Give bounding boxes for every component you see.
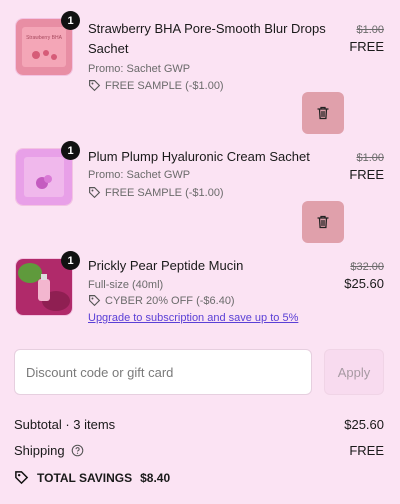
subtotal-row: Subtotal · 3 items $25.60 bbox=[14, 417, 384, 432]
quantity-badge: 1 bbox=[61, 11, 80, 30]
original-price: $1.00 bbox=[356, 152, 384, 164]
tag-icon bbox=[89, 187, 101, 199]
shipping-value: FREE bbox=[349, 443, 384, 458]
price-block: $1.00 FREE bbox=[349, 150, 384, 184]
apply-discount-button[interactable]: Apply bbox=[324, 349, 384, 395]
remove-item-button[interactable] bbox=[302, 201, 344, 243]
discount-text: CYBER 20% OFF (-$6.40) bbox=[105, 294, 235, 307]
total-savings: TOTAL SAVINGS $8.40 bbox=[14, 470, 170, 485]
final-price: FREE bbox=[349, 39, 384, 54]
original-price: $32.00 bbox=[350, 261, 384, 273]
discount-text: FREE SAMPLE (-$1.00) bbox=[105, 186, 224, 199]
savings-label: TOTAL SAVINGS bbox=[37, 470, 133, 485]
final-price: $25.60 bbox=[344, 276, 384, 291]
upgrade-subscription-link[interactable]: Upgrade to subscription and save up to 5… bbox=[88, 312, 298, 324]
product-variant: Promo: Sachet GWP bbox=[88, 63, 191, 75]
quantity-badge: 1 bbox=[61, 141, 80, 160]
remove-item-button[interactable] bbox=[302, 92, 344, 134]
discount-line: FREE SAMPLE (-$1.00) bbox=[88, 79, 224, 92]
subtotal-label: Subtotal · 3 items bbox=[14, 417, 116, 432]
shipping-row: Shipping FREE bbox=[14, 443, 384, 458]
discount-line: FREE SAMPLE (-$1.00) bbox=[88, 186, 224, 199]
trash-icon bbox=[317, 106, 329, 120]
price-block: $32.00 $25.60 bbox=[344, 259, 384, 293]
original-price: $1.00 bbox=[356, 24, 384, 36]
tag-icon bbox=[89, 295, 101, 307]
price-block: $1.00 FREE bbox=[349, 22, 384, 56]
product-thumbnail: 1 bbox=[15, 141, 80, 206]
savings-tag-icon bbox=[15, 471, 29, 485]
product-thumbnail: 1 bbox=[15, 251, 80, 316]
shipping-label: Shipping bbox=[14, 443, 65, 458]
quantity-badge: 1 bbox=[61, 251, 80, 270]
help-circle-icon[interactable] bbox=[71, 444, 84, 457]
discount-code-input[interactable] bbox=[14, 349, 312, 395]
product-variant: Full-size (40ml) bbox=[88, 279, 164, 291]
tag-icon bbox=[89, 80, 101, 92]
savings-value: $8.40 bbox=[140, 470, 171, 485]
product-title: Strawberry BHA Pore-Smooth Blur Drops Sa… bbox=[88, 21, 326, 56]
product-thumbnail: Strawberry BHA 1 bbox=[15, 11, 80, 76]
discount-text: FREE SAMPLE (-$1.00) bbox=[105, 79, 224, 92]
product-variant: Promo: Sachet GWP bbox=[88, 169, 191, 181]
thumb-label: Strawberry BHA bbox=[26, 35, 63, 41]
shipping-label-group: Shipping bbox=[14, 443, 84, 458]
trash-icon bbox=[317, 215, 329, 229]
discount-line: CYBER 20% OFF (-$6.40) bbox=[88, 294, 235, 307]
subtotal-value: $25.60 bbox=[344, 417, 384, 432]
product-title: Plum Plump Hyaluronic Cream Sachet bbox=[88, 149, 310, 164]
product-title: Prickly Pear Peptide Mucin bbox=[88, 258, 244, 273]
final-price: FREE bbox=[349, 167, 384, 182]
